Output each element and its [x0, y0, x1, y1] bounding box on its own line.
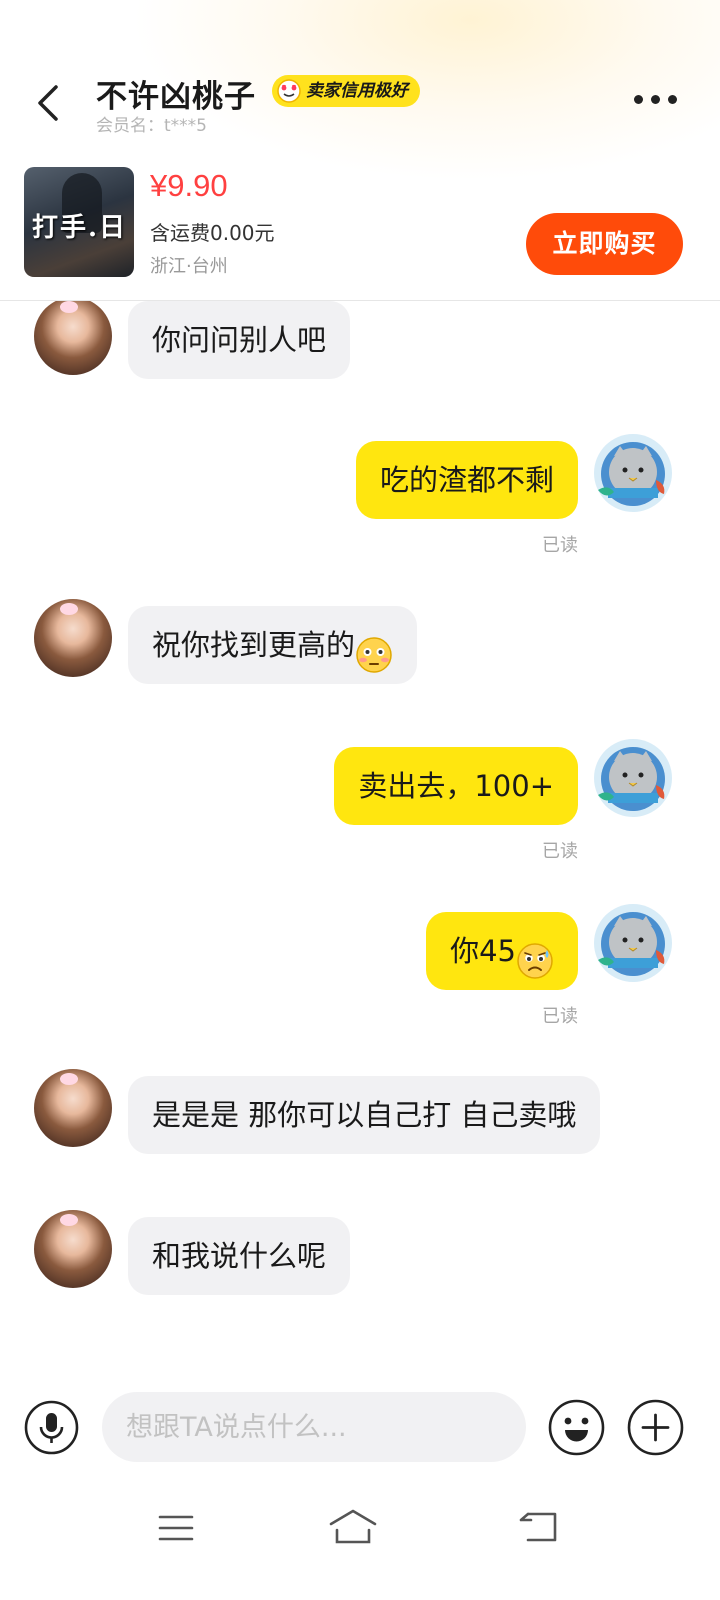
chat-header: 不许凶桃子 卖家信用极好 会员名：t***5: [0, 55, 720, 136]
seller-name[interactable]: 不许凶桃子: [96, 71, 256, 116]
thumbnail-text: 打手.日: [32, 213, 128, 243]
other-user-avatar[interactable]: [34, 599, 112, 677]
my-avatar[interactable]: [594, 739, 672, 817]
plus-icon[interactable]: [627, 1399, 684, 1456]
message-bubble-sent[interactable]: 你45: [426, 912, 578, 990]
more-horizontal-icon[interactable]: [634, 93, 678, 105]
message-bubble-received[interactable]: 和我说什么呢: [128, 1217, 351, 1295]
message-text: 你45: [450, 934, 516, 968]
home-icon[interactable]: [328, 1508, 378, 1546]
product-price: ¥9.90: [150, 168, 228, 203]
other-user-avatar[interactable]: [34, 301, 112, 375]
other-user-avatar[interactable]: [34, 1210, 112, 1288]
chat-input-bar: [0, 1390, 720, 1464]
product-location: 浙江·台州: [150, 256, 228, 277]
seller-credit-badge[interactable]: 卖家信用极好: [272, 75, 420, 107]
system-navigation-bar: [0, 1490, 720, 1570]
chevron-left-icon[interactable]: [34, 83, 64, 123]
message-bubble-received[interactable]: 你问问别人吧: [128, 301, 351, 379]
product-thumbnail[interactable]: 打手.日: [24, 167, 134, 277]
message-bubble-received[interactable]: 祝你找到更高的: [128, 606, 418, 684]
menu-icon[interactable]: [158, 1512, 194, 1544]
message-bubble-sent[interactable]: 卖出去，100+: [334, 747, 578, 825]
anxious-sweat-face-emoji: [516, 931, 554, 979]
my-avatar[interactable]: [594, 904, 672, 982]
back-icon[interactable]: [518, 1510, 558, 1544]
heart-eyes-icon: [276, 78, 302, 104]
buy-now-button[interactable]: 立即购买: [526, 213, 683, 275]
credit-badge-label: 卖家信用极好: [306, 81, 408, 101]
other-user-avatar[interactable]: [34, 1069, 112, 1147]
emoji-icon[interactable]: [548, 1399, 605, 1456]
microphone-icon[interactable]: [24, 1400, 79, 1455]
flushed-face-emoji: [355, 625, 393, 673]
read-status: 已读: [542, 535, 578, 556]
message-input[interactable]: [102, 1392, 526, 1462]
shipping-fee: 含运费0.00元: [150, 221, 275, 245]
my-avatar[interactable]: [594, 434, 672, 512]
message-text: 祝你找到更高的: [152, 628, 356, 662]
read-status: 已读: [542, 1006, 578, 1027]
message-bubble-received[interactable]: 是是是 那你可以自己打 自己卖哦: [128, 1076, 601, 1154]
product-card[interactable]: 打手.日 ¥9.90 含运费0.00元 浙江·台州 立即购买: [0, 160, 720, 300]
message-bubble-sent[interactable]: 吃的渣都不剩: [355, 441, 578, 519]
chat-message-list[interactable]: 你问问别人吧 吃的渣都不剩 已读 祝你找到更高的 卖出去，100+ 已读 你45…: [0, 301, 720, 1381]
read-status: 已读: [542, 841, 578, 862]
member-name: 会员名：t***5: [96, 116, 207, 136]
